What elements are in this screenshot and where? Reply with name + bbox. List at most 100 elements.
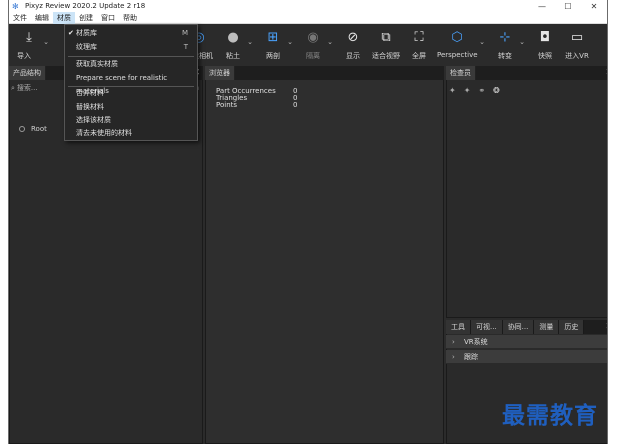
menu-item-label: 获取真实材质 <box>76 60 118 68</box>
isolate-button[interactable]: ◉ ⌄ 隔离 <box>295 28 333 64</box>
menu-item-label: 选择该材质 <box>76 116 111 124</box>
transform-label: 转变 <box>498 52 512 60</box>
clay-button[interactable]: ● ⌄ 粘土 <box>215 28 253 64</box>
stat-value: 0 <box>293 101 298 109</box>
tab-inspector[interactable]: 检查员 <box>446 66 476 80</box>
inspector-toolbar: ✦ ✦ ⚭ ❂ <box>449 86 500 95</box>
menu-item-label: 纹理库 <box>76 43 97 51</box>
add-child-icon[interactable]: ✦ <box>464 86 471 95</box>
search-icon: ⌕ <box>11 83 15 92</box>
chevron-down-icon[interactable]: ⌄ <box>327 38 333 46</box>
vr-headset-icon: ▭ <box>570 30 584 45</box>
section-plane-icon: ⊞ <box>267 30 279 45</box>
menu-file[interactable]: 文件 <box>9 12 31 24</box>
axes-icon: ⊹ <box>499 30 511 45</box>
tab-history[interactable]: 历史 <box>559 320 585 334</box>
eye-icon: ◉ <box>307 30 319 45</box>
import-button[interactable]: ⤓ ⌄ 导入 <box>11 28 49 64</box>
tab-product-structure[interactable]: 产品结构 <box>9 66 46 80</box>
camera-icon: ◘ <box>539 30 551 45</box>
chevron-down-icon[interactable]: ⌄ <box>43 38 49 46</box>
add-icon[interactable]: ✦ <box>449 86 456 95</box>
tree-root[interactable]: Root <box>19 125 47 133</box>
perspective-label: Perspective <box>437 51 478 59</box>
window-title: Pixyz Review 2020.2 Update 2 r18 <box>25 2 146 10</box>
link-icon[interactable]: ⚭ <box>478 86 485 95</box>
isolate-label: 隔离 <box>306 52 320 60</box>
fit-view-button[interactable]: ⧉ 适合视野 <box>368 28 404 64</box>
menu-item-material-library[interactable]: ✔ 材质库 M <box>65 27 197 40</box>
menu-material[interactable]: 材质 <box>53 11 75 24</box>
menu-item-merge-materials[interactable]: 合并材料 <box>65 87 197 100</box>
fullscreen-icon: ⛶ <box>414 30 424 45</box>
shortcut-label: T <box>183 43 188 51</box>
menu-item-texture-library[interactable]: 纹理库 T <box>65 41 197 54</box>
sphere-icon: ● <box>227 30 239 45</box>
chevron-down-icon[interactable]: ⌄ <box>479 38 485 46</box>
tab-measure[interactable]: 测量 <box>534 320 560 334</box>
close-icon[interactable]: ✕ <box>605 320 607 334</box>
shortcut-label: M <box>181 29 188 37</box>
section-button[interactable]: ⊞ ⌄ 两剖 <box>255 28 293 64</box>
tree-item-label: VR系统 <box>464 338 488 346</box>
menu-window[interactable]: 窗口 <box>97 12 119 24</box>
minimize-button[interactable]: — <box>529 0 555 12</box>
menu-create[interactable]: 创建 <box>75 12 97 24</box>
menu-item-label: 替换材料 <box>76 103 104 111</box>
menu-item-label: 材质库 <box>76 29 97 37</box>
check-icon: ✔ <box>68 29 74 37</box>
maximize-button[interactable]: ☐ <box>555 0 581 12</box>
menu-item-select-material[interactable]: 选择该材质 <box>65 114 197 127</box>
menu-item-label: 合并材料 <box>76 89 104 97</box>
tab-collab[interactable]: 协同... <box>502 320 535 334</box>
import-label: 导入 <box>17 52 31 60</box>
viewer-tabbar: 浏览器 <box>205 66 444 80</box>
title-bar: ✻ Pixyz Review 2020.2 Update 2 r18 — ☐ ✕ <box>9 0 607 12</box>
node-icon <box>19 126 25 132</box>
chevron-down-icon[interactable]: ⌄ <box>247 38 253 46</box>
inspector-tabbar: 检查员 ✕ <box>446 66 607 80</box>
tab-viewer[interactable]: 浏览器 <box>205 66 235 80</box>
transform-button[interactable]: ⊹ ⌄ 转变 <box>487 28 525 64</box>
snapshot-button[interactable]: ◘ 快照 <box>527 28 563 64</box>
inspector-panel <box>446 66 607 318</box>
show-label: 显示 <box>346 52 360 60</box>
scene-stats: Part Occurrences 0 Triangles 0 Points 0 <box>216 88 297 109</box>
menu-item-prepare-scene[interactable]: Prepare scene for realistic materials <box>65 72 197 95</box>
vr-button[interactable]: ▭ 进入VR <box>559 28 595 64</box>
menu-item-get-real-materials[interactable]: 获取真实材质 <box>65 58 197 71</box>
bottom-tabbar: 工具 可视... 协同... 测量 历史 ✕ <box>446 320 607 334</box>
menu-divider <box>68 56 194 57</box>
stat-label: Points <box>216 101 238 109</box>
perspective-button[interactable]: ⬡ ⌄ Perspective <box>437 28 485 64</box>
menu-item-clean-unused[interactable]: 清去未使用的材料 <box>65 127 197 140</box>
show-button[interactable]: ⊘ 显示 <box>335 28 371 64</box>
menu-edit[interactable]: 编辑 <box>31 12 53 24</box>
search-input[interactable]: 搜索... <box>17 83 38 93</box>
chevron-down-icon[interactable]: ⌄ <box>519 38 525 46</box>
viewer-panel[interactable] <box>205 66 444 444</box>
stat-row: Points 0 <box>216 102 297 109</box>
cube-icon: ⬡ <box>451 30 463 45</box>
app-window: ✻ Pixyz Review 2020.2 Update 2 r18 — ☐ ✕… <box>8 0 608 444</box>
menu-help[interactable]: 帮助 <box>119 12 141 24</box>
menu-item-label: 清去未使用的材料 <box>76 129 132 137</box>
material-menu: ✔ 材质库 M 纹理库 T 获取真实材质 Prepare scene for r… <box>64 24 198 141</box>
chevron-right-icon[interactable]: › <box>452 350 464 364</box>
tree-item-label: 跟踪 <box>464 353 478 361</box>
material-icon[interactable]: ❂ <box>493 86 500 95</box>
chevron-down-icon[interactable]: ⌄ <box>287 38 293 46</box>
fullscreen-button[interactable]: ⛶ 全屏 <box>401 28 437 64</box>
fit-view-label: 适合视野 <box>372 52 400 60</box>
watermark: 最需教育 <box>502 402 598 429</box>
close-button[interactable]: ✕ <box>581 0 607 12</box>
menu-item-replace-materials[interactable]: 替换材料 <box>65 101 197 114</box>
vr-label: 进入VR <box>565 52 589 60</box>
close-icon[interactable]: ✕ <box>605 66 607 80</box>
tree-item-tracking[interactable]: › 跟踪 <box>446 350 607 364</box>
tree-item-vr-system[interactable]: › VR系统 <box>446 335 607 349</box>
chevron-right-icon[interactable]: › <box>452 335 464 349</box>
snapshot-label: 快照 <box>538 52 552 60</box>
tab-visual[interactable]: 可视... <box>471 320 503 334</box>
tab-tools[interactable]: 工具 <box>446 320 471 334</box>
